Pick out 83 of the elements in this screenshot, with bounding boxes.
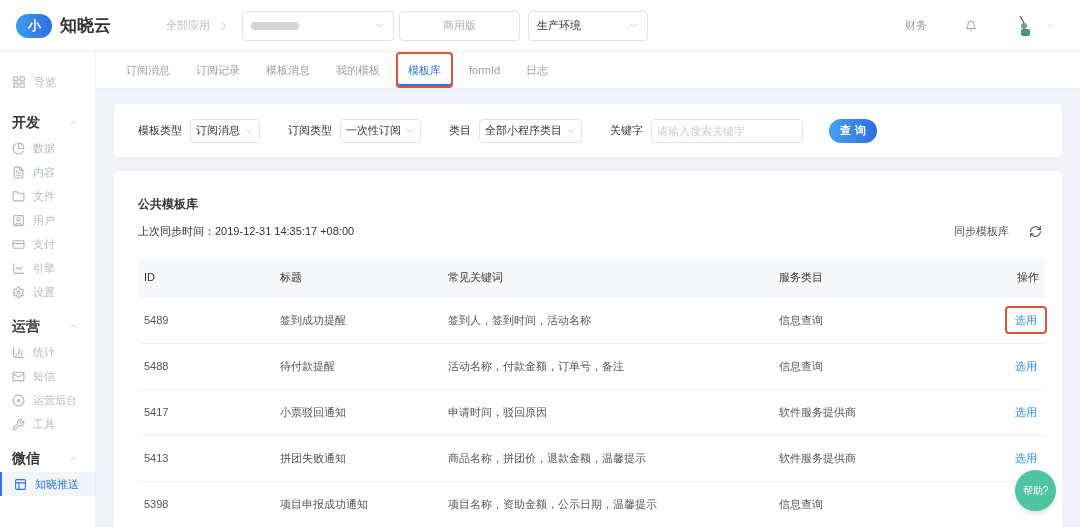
tab[interactable]: 订阅记录 [186,52,250,88]
library-title: 公共模板库 [138,196,199,213]
cloud-logo-icon: 小 [16,13,52,38]
sidebar-item[interactable]: 支付 [0,232,95,256]
table-cell-text: 5417 [144,404,170,420]
table-cell-text: 项目名称，资助金额，公示日期，温馨提示 [448,496,658,512]
tab[interactable]: 模板消息 [256,52,320,88]
line-chart-icon [12,261,25,275]
wrench-icon [12,417,25,431]
table-cell-text: 软件服务提供商 [779,404,857,420]
sidebar-item[interactable]: 运营后台 [0,388,95,412]
sync-time: 上次同步时间：2019-12-31 14:35:17 +08:00 [138,224,355,239]
table-cell-text: 信息查询 [779,358,824,374]
table-cell-text: 申请时间，驳回原因 [448,404,548,420]
filter-select[interactable]: 一次性订阅 [340,118,421,143]
table-cell-text: 签到人，签到时间，活动名称 [448,312,592,328]
section-title: 微信 [12,448,40,468]
sidebar-item[interactable]: 导览 [0,64,95,100]
table-cell-text: 5489 [144,312,170,328]
edition-field[interactable]: 商用版 [399,10,520,41]
table-cell-text: 5398 [144,496,170,512]
table-cell-text: 签到成功提醒 [280,312,347,328]
section-title: 开发 [12,112,40,132]
folder-icon [12,189,25,203]
table-cell-text: 信息查询 [779,312,824,328]
section-title: 运营 [12,316,40,336]
disc-icon [12,393,25,407]
layout-icon [14,477,27,491]
table-cell-text: 拼团失败通知 [280,450,347,466]
tab[interactable]: 模板库 [396,52,453,88]
settings-icon [12,285,25,299]
sidebar-item[interactable]: 设置 [0,280,95,304]
filter-select[interactable]: 订阅消息 [190,118,260,143]
sidebar-item[interactable]: 文件 [0,184,95,208]
sidebar-item[interactable]: 用户 [0,208,95,232]
filter-select[interactable]: 全部小程序类目 [479,118,582,143]
finance-link[interactable]: 财务 [905,17,927,34]
table-cell-text: 5413 [144,450,170,466]
brand-name: 知晓云 [60,14,111,37]
table-cell-text: 信息查询 [779,496,824,512]
bell-icon[interactable] [965,19,977,32]
tab[interactable]: 订阅消息 [116,52,180,88]
query-button[interactable]: 查 询 [829,118,877,143]
table-cell-text: 活动名称，付款金额，订单号，备注 [448,358,625,374]
grid-icon [12,75,26,89]
filter-label: 模板类型 [138,123,182,139]
app-select[interactable] [242,10,394,41]
filter-label: 关键字 [610,123,643,139]
mail-icon [12,369,25,383]
table-cell-text: 待付款提醒 [280,358,336,374]
table-cell-text: 小票驳回通知 [280,404,347,420]
refresh-icon[interactable] [1029,224,1042,238]
filter-label: 订阅类型 [288,123,332,139]
sidebar-item[interactable]: 短信 [0,364,95,388]
sidebar-item[interactable]: 统计 [0,340,95,364]
select-link[interactable]: 选用 [1005,305,1047,335]
sync-link[interactable]: 同步模板库 [954,223,1009,240]
tab[interactable]: formId [459,52,511,88]
avatar-icon[interactable] [1017,14,1033,37]
sidebar-item[interactable]: 工具 [0,412,95,436]
blurred-app-name [251,21,299,30]
breadcrumb-link[interactable]: 全部应用 [166,17,210,34]
sidebar-item[interactable]: 引擎 [0,256,95,280]
environment-select[interactable]: 生产环境 [528,10,648,41]
user-card-icon [12,213,25,227]
sidebar-item[interactable]: 数据 [0,136,95,160]
table-header: ID 标题 常见关键词 服务类目 操作 [138,257,1045,298]
table-cell-text: 商品名称，拼团价，退款金额，温馨提示 [448,450,647,466]
table-cell-text: 软件服务提供商 [779,450,857,466]
table-cell-text: 5488 [144,358,170,374]
pie-chart-icon [12,141,25,155]
filter-label: 类目 [449,123,471,139]
select-link[interactable]: 选用 [1005,351,1047,381]
table-cell-text: 项目申报成功通知 [280,496,369,512]
card-icon [12,237,25,251]
bar-chart-icon [12,345,25,359]
select-link[interactable]: 选用 [1005,443,1047,473]
sidebar-item[interactable]: 知晓推送 [0,472,95,496]
tab[interactable]: 日志 [516,52,559,88]
sidebar-item[interactable]: 内容 [0,160,95,184]
document-icon [12,165,25,179]
select-link[interactable]: 选用 [1005,397,1047,427]
tab[interactable]: 我的模板 [326,52,390,88]
